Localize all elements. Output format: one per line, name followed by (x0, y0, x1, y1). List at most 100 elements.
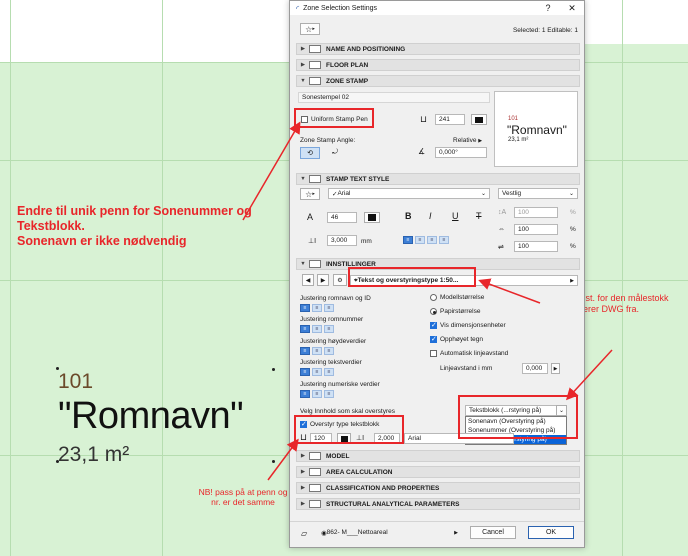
show-dims-checkbox-row[interactable]: Vis dimensjonsenheter (430, 321, 506, 329)
line-spacing-field[interactable]: 3,000 (327, 235, 357, 246)
just-label: Justering romnavn og ID (300, 295, 371, 302)
align-left-icon[interactable]: ≡ (403, 236, 413, 244)
align-justify-icon[interactable]: ≡ (439, 236, 449, 244)
section-label: FLOOR PLAN (326, 61, 369, 69)
stamp-hotspot[interactable] (272, 460, 275, 463)
just-buttons[interactable]: ≡ ≡ ≡ (300, 368, 334, 376)
section-classification[interactable]: ▶ CLASSIFICATION AND PROPERTIES (296, 482, 580, 494)
paper-size-radio[interactable]: Papirstørrelse (430, 308, 480, 315)
pen-icon: ⊔ (420, 114, 428, 124)
show-dims-checkbox[interactable] (430, 321, 437, 329)
pen-color-button[interactable] (471, 114, 487, 125)
dialog-footer: ▱ ◉ 862- M___Nettoareal ▶ Cancel OK (290, 521, 584, 545)
previous-button[interactable]: ◀ (302, 274, 314, 286)
favorites-button[interactable]: ☆ ▸ (300, 23, 320, 35)
font-dropdown[interactable]: ✓ Arial ⌄ (328, 188, 490, 199)
layer-dropdown[interactable]: ◉ 862- M___Nettoareal ▶ (318, 527, 458, 538)
just-left-icon[interactable]: ≡ (300, 390, 310, 398)
pct-sign: % (570, 243, 576, 250)
section-model[interactable]: ▶ MODEL (296, 450, 580, 462)
just-buttons[interactable]: ≡ ≡ ≡ (300, 304, 334, 312)
expand-icon: ▶ (300, 453, 306, 459)
just-right-icon[interactable]: ≡ (324, 304, 334, 312)
just-center-icon[interactable]: ≡ (312, 390, 322, 398)
stamp-name-field[interactable]: Sonestempel 02 (298, 92, 490, 103)
radio-paper[interactable] (430, 308, 437, 315)
radio-model[interactable] (430, 294, 437, 301)
just-label: Justering tekstverdier (300, 359, 362, 366)
spacing-field[interactable]: 0,000 (522, 363, 548, 374)
just-right-icon[interactable]: ≡ (324, 347, 334, 355)
just-left-icon[interactable]: ≡ (300, 347, 310, 355)
structural-icon (309, 500, 321, 508)
help-button[interactable]: ? (536, 3, 560, 14)
just-center-icon[interactable]: ≡ (312, 368, 322, 376)
raised-checkbox[interactable] (430, 335, 437, 343)
highlight-override-dropdown (458, 395, 578, 439)
just-center-icon[interactable]: ≡ (312, 347, 322, 355)
collapse-icon: ▼ (300, 176, 306, 182)
stamp-hotspot[interactable] (56, 460, 59, 463)
stamp-angle-field[interactable]: 0,000° (435, 147, 487, 158)
just-buttons[interactable]: ≡ ≡ ≡ (300, 347, 334, 355)
italic-button[interactable]: I (429, 211, 432, 221)
text-pen-color-button[interactable] (364, 212, 380, 223)
next-button[interactable]: ▶ (317, 274, 329, 286)
just-left-icon[interactable]: ≡ (300, 368, 310, 376)
raised-checkbox-row[interactable]: Opphøyet tegn (430, 335, 483, 343)
section-structural[interactable]: ▶ STRUCTURAL ANALYTICAL PARAMETERS (296, 498, 580, 510)
preset-options-icon[interactable]: ⚙ (333, 274, 347, 286)
close-button[interactable]: ✕ (560, 3, 584, 14)
just-center-icon[interactable]: ≡ (312, 325, 322, 333)
pct-field-2[interactable]: 100 (514, 224, 558, 235)
just-right-icon[interactable]: ≡ (324, 325, 334, 333)
text-alignment-buttons[interactable]: ≡ ≡ ≡ ≡ (403, 236, 449, 244)
strikethrough-button[interactable]: T (476, 211, 482, 221)
underline-button[interactable]: U (452, 211, 459, 221)
stamp-hotspot[interactable] (272, 368, 275, 371)
align-center-icon[interactable]: ≡ (415, 236, 425, 244)
just-right-icon[interactable]: ≡ (324, 368, 334, 376)
spacing-arrow-icon[interactable]: ▶ (551, 363, 560, 374)
auto-spacing-checkbox-row[interactable]: Automatisk linjeavstand (430, 350, 508, 357)
just-left-icon[interactable]: ≡ (300, 304, 310, 312)
section-label: STAMP TEXT STYLE (326, 175, 390, 183)
preview-number: 101 (508, 116, 519, 122)
angle-mode-fixed-icon[interactable]: ⟲ (300, 147, 320, 159)
just-center-icon[interactable]: ≡ (312, 304, 322, 312)
canvas-zone-number[interactable]: 101 (58, 370, 93, 394)
section-floor-plan[interactable]: ▶ FLOOR PLAN (296, 59, 580, 71)
chevron-right-icon: ▶ (454, 529, 458, 536)
stamp-hotspot[interactable] (56, 367, 59, 370)
annotation-left: Endre til unik penn for Sonenummer og Te… (17, 204, 287, 249)
just-buttons[interactable]: ≡ ≡ ≡ (300, 390, 334, 398)
font-size-field[interactable]: 46 (327, 212, 357, 223)
relative-dropdown[interactable]: Relative ▶ (453, 137, 482, 144)
just-buttons[interactable]: ≡ ≡ ≡ (300, 325, 334, 333)
layer-icon: ▱ (301, 529, 308, 538)
text-favorites-button[interactable]: ☆ ▸ (300, 188, 320, 200)
section-name-positioning[interactable]: ▶ NAME AND POSITIONING (296, 43, 580, 55)
ok-button[interactable]: OK (528, 526, 574, 539)
canvas-white-region (0, 0, 290, 62)
pct-field-3[interactable]: 100 (514, 241, 558, 252)
pct-field-1[interactable]: 100 (514, 207, 558, 218)
model-size-radio[interactable]: Modellstørrelse (430, 294, 484, 301)
section-area-calculation[interactable]: ▶ AREA CALCULATION (296, 466, 580, 478)
just-right-icon[interactable]: ≡ (324, 390, 334, 398)
section-label: CLASSIFICATION AND PROPERTIES (326, 484, 440, 492)
angle-mode-rotate-icon[interactable]: ⤾ (328, 147, 342, 159)
align-right-icon[interactable]: ≡ (427, 236, 437, 244)
canvas-zone-name[interactable]: "Romnavn" (58, 395, 244, 438)
canvas-zone-area[interactable]: 23,1 m² (58, 443, 129, 467)
just-label: Justering romnummer (300, 316, 364, 323)
cancel-button[interactable]: Cancel (470, 526, 516, 539)
auto-spacing-checkbox[interactable] (430, 350, 437, 357)
stamp-pen-field[interactable]: 241 (435, 114, 465, 125)
just-left-icon[interactable]: ≡ (300, 325, 310, 333)
bold-button[interactable]: B (405, 211, 412, 221)
section-zone-stamp[interactable]: ▼ ZONE STAMP (296, 75, 580, 87)
script-dropdown[interactable]: Vestlig ⌄ (498, 188, 578, 199)
preview-area: 23,1 m² (508, 137, 529, 143)
section-stamp-text-style[interactable]: ▼ STAMP TEXT STYLE (296, 173, 580, 185)
